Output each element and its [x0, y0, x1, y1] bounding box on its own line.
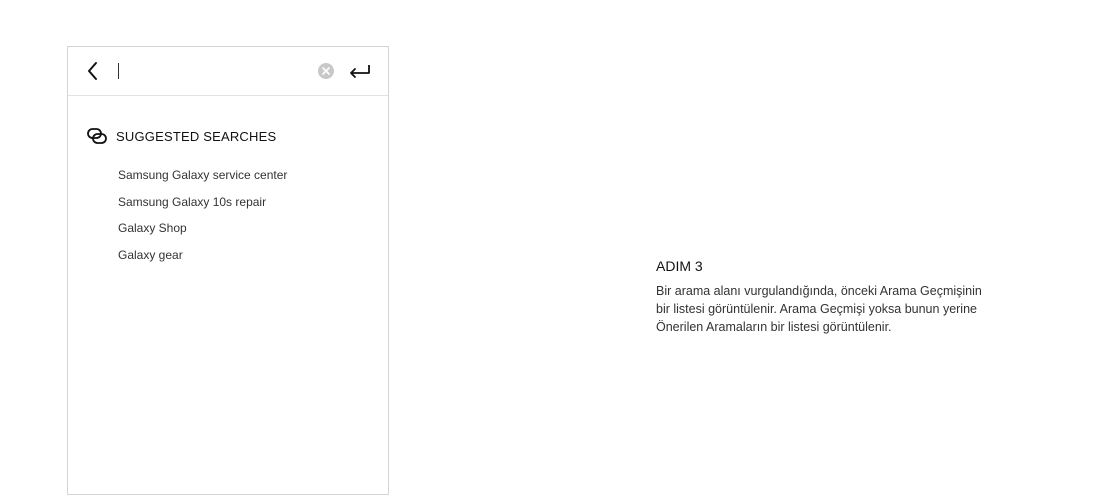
chevron-left-icon[interactable] [84, 60, 102, 82]
suggestion-list: Samsung Galaxy service center Samsung Ga… [118, 162, 287, 268]
suggested-searches-header: SUGGESTED SEARCHES [86, 126, 276, 146]
suggestion-item[interactable]: Galaxy Shop [118, 215, 287, 242]
enter-return-icon[interactable] [348, 61, 372, 81]
suggestion-item[interactable]: Samsung Galaxy 10s repair [118, 189, 287, 216]
suggested-searches-title: SUGGESTED SEARCHES [116, 128, 277, 144]
step-title: ADIM 3 [656, 258, 703, 274]
search-bar [68, 47, 388, 96]
suggestion-item[interactable]: Galaxy gear [118, 242, 287, 269]
suggestion-item[interactable]: Samsung Galaxy service center [118, 162, 287, 189]
step-body: Bir arama alanı vurgulandığında, önceki … [656, 282, 1076, 336]
step-body-line: Önerilen Aramaların bir listesi görüntül… [656, 320, 892, 334]
step-body-line: Bir arama alanı vurgulandığında, önceki … [656, 284, 982, 298]
clear-circle-icon[interactable] [317, 62, 335, 80]
phone-mockup: SUGGESTED SEARCHES Samsung Galaxy servic… [67, 46, 389, 495]
page: SUGGESTED SEARCHES Samsung Galaxy servic… [0, 0, 1098, 503]
search-input[interactable] [116, 59, 312, 83]
text-cursor [118, 63, 119, 79]
link-icon [87, 128, 107, 144]
step-body-line: bir listesi görüntülenir. Arama Geçmişi … [656, 302, 977, 316]
step-description: ADIM 3 Bir arama alanı vurgulandığında, … [656, 257, 1076, 336]
